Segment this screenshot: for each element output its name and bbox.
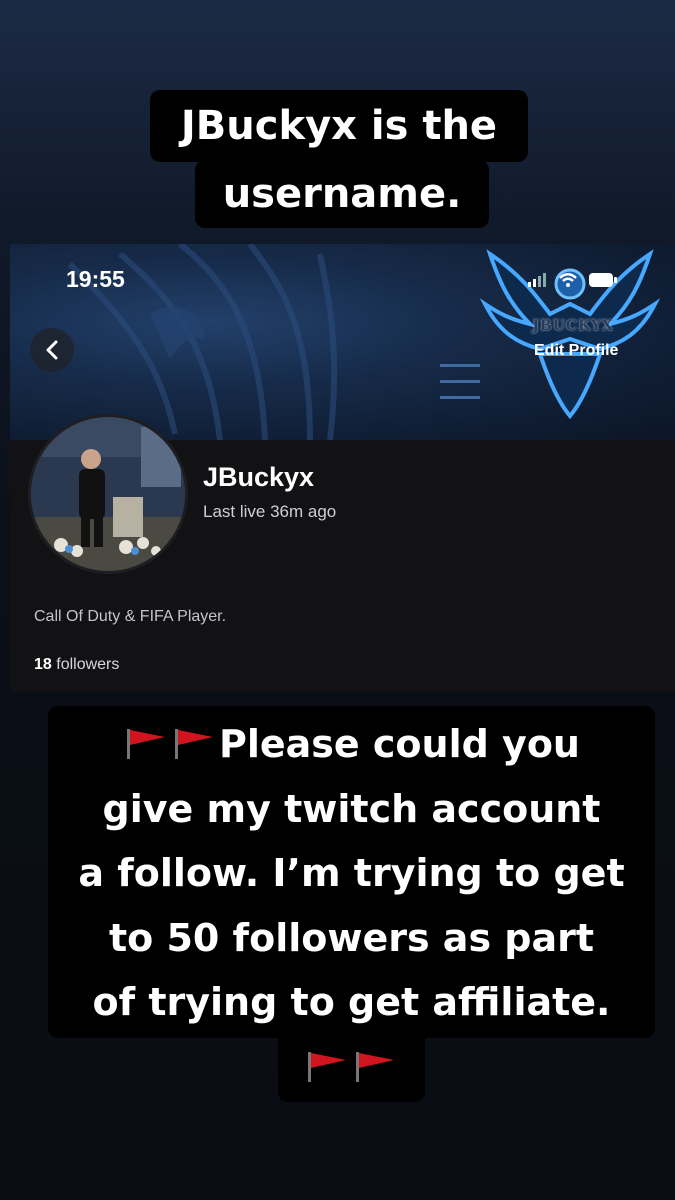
- message-line-4: to 50 followers as part: [108, 915, 595, 960]
- followers-count[interactable]: 18 followers: [34, 656, 119, 674]
- red-flag-icon: [127, 729, 165, 759]
- caption-line-2: username.: [195, 160, 489, 228]
- username: JBuckyx: [203, 462, 315, 492]
- logo-text: JBUCKYX: [532, 318, 614, 334]
- last-live-status: Last live 36m ago: [203, 502, 337, 521]
- red-flag-icon: [307, 1051, 346, 1082]
- edit-profile-button[interactable]: Edit Profile: [534, 342, 618, 360]
- profile-bio: Call Of Duty & FIFA Player.: [34, 608, 227, 625]
- caption-line-1: JBuckyx is the: [150, 90, 528, 162]
- chevron-left-icon: [46, 340, 58, 360]
- menu-icon[interactable]: [440, 362, 482, 402]
- message-line-3: a follow. I’m trying to get: [78, 851, 625, 895]
- battery-icon: [589, 273, 617, 287]
- avatar: [28, 414, 188, 574]
- status-icons: [528, 272, 618, 288]
- message-text: Please could you give my twitch account …: [48, 712, 655, 1099]
- jbuckyx-phoenix-logo: [480, 249, 660, 420]
- avatar-photo: [31, 417, 185, 571]
- followers-number: 18: [34, 656, 52, 673]
- followers-label: followers: [56, 656, 120, 673]
- message-line-5: of trying to get affiliate.: [92, 980, 611, 1024]
- wifi-icon: [559, 273, 577, 287]
- signal-icon: [528, 273, 546, 287]
- message-line-6: [48, 1035, 655, 1100]
- twitch-profile-screenshot: 19:55 JBUCKYX Edit Profile JBuckyx Last …: [10, 244, 675, 692]
- status-time: 19:55: [66, 266, 125, 292]
- message-line-1: Please could you: [48, 712, 655, 777]
- red-flag-icon: [355, 1051, 394, 1082]
- profile-banner: 19:55 JBUCKYX Edit Profile: [10, 244, 675, 440]
- red-flag-icon: [175, 729, 213, 759]
- back-button[interactable]: [30, 328, 74, 372]
- message-line-2: give my twitch account: [102, 786, 601, 831]
